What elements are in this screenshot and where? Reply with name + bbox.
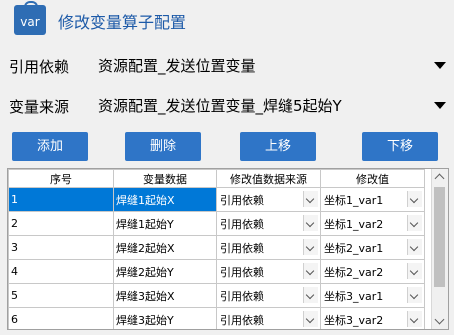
modify-value: 坐标3_var2	[324, 314, 384, 327]
var-source-value: 资源配置_发送位置变量_焊缝5起始Y	[98, 97, 342, 115]
modify-value: 坐标3_var1	[324, 290, 384, 303]
move-up-button[interactable]: 上移	[240, 132, 316, 161]
scroll-thumb[interactable]	[434, 187, 445, 287]
cell-dropdown-icon[interactable]	[303, 311, 318, 327]
table-row[interactable]: 3 焊缝2起始X 引用依赖 坐标2_var1	[8, 235, 425, 260]
row-value-cell[interactable]: 坐标1_var2	[320, 211, 425, 236]
dropdown-arrow-icon[interactable]	[434, 62, 446, 69]
ref-source-value: 资源配置_发送位置变量	[98, 57, 256, 75]
table-row[interactable]: 4 焊缝2起始Y 引用依赖 坐标2_var2	[8, 259, 425, 284]
row-no-cell[interactable]: 2	[8, 211, 114, 236]
source-value: 引用依赖	[220, 242, 264, 255]
cell-dropdown-icon[interactable]	[303, 239, 318, 255]
table-row[interactable]: 2 焊缝1起始Y 引用依赖 坐标1_var2	[8, 211, 425, 236]
row-no-cell[interactable]: 5	[8, 283, 114, 308]
col-header-value[interactable]: 修改值	[320, 169, 425, 188]
var-source-combo[interactable]: 资源配置_发送位置变量_焊缝5起始Y	[90, 92, 454, 118]
table-header-row: 序号 变量数据 修改值数据来源 修改值	[8, 169, 425, 188]
scroll-down-icon[interactable]	[434, 314, 445, 325]
ref-source-combo[interactable]: 资源配置_发送位置变量	[90, 52, 454, 78]
dropdown-arrow-icon[interactable]	[434, 102, 446, 109]
row-var-cell[interactable]: 焊缝1起始Y	[113, 211, 217, 236]
modify-value: 坐标1_var1	[324, 194, 384, 207]
row-value-cell[interactable]: 坐标2_var2	[320, 259, 425, 284]
col-header-var[interactable]: 变量数据	[113, 169, 217, 188]
row-source-cell[interactable]: 引用依赖	[216, 235, 321, 260]
cell-dropdown-icon[interactable]	[303, 191, 318, 207]
ref-source-label: 引用依赖	[9, 58, 70, 76]
row-value-cell[interactable]: 坐标3_var1	[320, 283, 425, 308]
window-title: 修改变量算子配置	[58, 13, 187, 32]
col-header-no[interactable]: 序号	[8, 169, 114, 188]
row-source-cell[interactable]: 引用依赖	[216, 283, 321, 308]
title-bar: var 修改变量算子配置	[0, 0, 454, 40]
row-source-cell[interactable]: 引用依赖	[216, 307, 321, 329]
modify-value: 坐标2_var2	[324, 266, 384, 279]
cell-dropdown-icon[interactable]	[407, 287, 422, 303]
row-source-cell[interactable]: 引用依赖	[216, 211, 321, 236]
cell-dropdown-icon[interactable]	[407, 215, 422, 231]
var-bag-icon: var	[14, 1, 46, 35]
cell-dropdown-icon[interactable]	[303, 215, 318, 231]
row-value-cell[interactable]: 坐标3_var2	[320, 307, 425, 329]
row-source-cell[interactable]: 引用依赖	[216, 259, 321, 284]
cell-dropdown-icon[interactable]	[407, 239, 422, 255]
cell-dropdown-icon[interactable]	[407, 191, 422, 207]
row-value-cell[interactable]: 坐标2_var1	[320, 235, 425, 260]
cell-dropdown-icon[interactable]	[303, 263, 318, 279]
cell-dropdown-icon[interactable]	[303, 287, 318, 303]
table-row[interactable]: 5 焊缝3起始X 引用依赖 坐标3_var1	[8, 283, 425, 308]
row-no-cell[interactable]: 4	[8, 259, 114, 284]
col-header-source[interactable]: 修改值数据来源	[216, 169, 321, 188]
row-var-cell[interactable]: 焊缝3起始Y	[113, 307, 217, 329]
scroll-up-icon[interactable]	[434, 173, 445, 184]
source-value: 引用依赖	[220, 218, 264, 231]
modify-value: 坐标1_var2	[324, 218, 384, 231]
row-var-cell[interactable]: 焊缝2起始Y	[113, 259, 217, 284]
source-value: 引用依赖	[220, 290, 264, 303]
modify-value: 坐标2_var1	[324, 242, 384, 255]
row-var-cell[interactable]: 焊缝2起始X	[113, 235, 217, 260]
row-var-cell[interactable]: 焊缝3起始X	[113, 283, 217, 308]
source-value: 引用依赖	[220, 194, 264, 207]
cell-dropdown-icon[interactable]	[407, 263, 422, 279]
add-button[interactable]: 添加	[12, 132, 88, 161]
source-value: 引用依赖	[220, 314, 264, 327]
row-no-cell[interactable]: 3	[8, 235, 114, 260]
table-row[interactable]: 6 焊缝3起始Y 引用依赖 坐标3_var2	[8, 307, 425, 329]
delete-button[interactable]: 删除	[125, 132, 201, 161]
table-row[interactable]: 1 焊缝1起始X 引用依赖 坐标1_var1	[8, 187, 425, 212]
variable-table[interactable]: 序号 变量数据 修改值数据来源 修改值 1 焊缝1起始X 引用依赖 坐标1_va…	[7, 168, 449, 330]
vertical-scrollbar[interactable]	[431, 169, 448, 329]
row-no-cell[interactable]: 1	[8, 187, 114, 212]
row-source-cell[interactable]: 引用依赖	[216, 187, 321, 212]
var-source-label: 变量来源	[9, 98, 70, 116]
row-value-cell[interactable]: 坐标1_var1	[320, 187, 425, 212]
cell-dropdown-icon[interactable]	[407, 311, 422, 327]
move-down-button[interactable]: 下移	[362, 132, 438, 161]
source-value: 引用依赖	[220, 266, 264, 279]
row-var-cell[interactable]: 焊缝1起始X	[113, 187, 217, 212]
row-no-cell[interactable]: 6	[8, 307, 114, 329]
